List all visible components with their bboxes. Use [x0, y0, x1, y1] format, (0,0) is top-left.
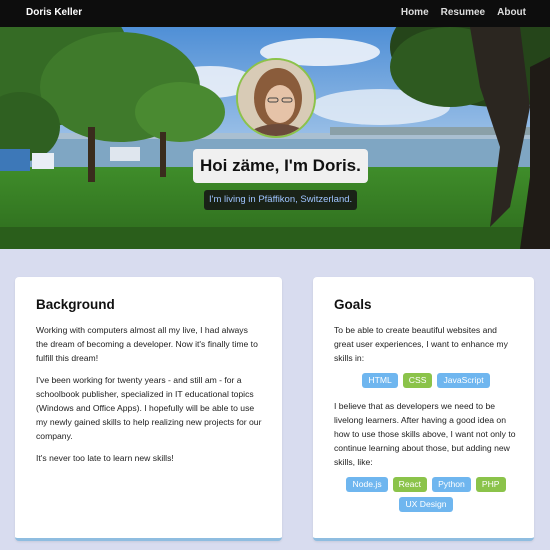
new-skills-tags: Node.js React Python PHP UX Design	[334, 477, 518, 512]
nav-link-home[interactable]: Home	[401, 7, 429, 18]
goals-card: Goals To be able to create beautiful web…	[313, 277, 534, 541]
skill-tag-html: HTML	[362, 373, 398, 388]
goals-title: Goals	[334, 297, 372, 312]
background-title: Background	[36, 297, 115, 312]
skill-tag-python: Python	[432, 477, 471, 492]
skill-tag-react: React	[392, 477, 428, 492]
skill-tag-ux-design: UX Design	[399, 497, 453, 512]
background-paragraph-2: I've been working for twenty years - and…	[36, 375, 262, 441]
nav-links: Home Resumee About	[401, 7, 526, 18]
nav-link-about[interactable]: About	[497, 7, 526, 18]
top-navbar: Doris Keller Home Resumee About	[0, 0, 550, 27]
skill-tag-css: CSS	[402, 373, 433, 388]
background-card: Background Working with computers almost…	[15, 277, 282, 541]
hero-headline: Hoi zäme, I'm Doris.	[193, 149, 368, 183]
skill-tag-php: PHP	[475, 477, 506, 492]
background-paragraph-1: Working with computers almost all my liv…	[36, 325, 258, 363]
profile-avatar	[236, 58, 316, 138]
goals-middle-text: I believe that as developers we need to …	[334, 401, 516, 467]
skill-tag-javascript: JavaScript	[437, 373, 490, 388]
hero-banner: Hoi zäme, I'm Doris. I'm living in Pfäff…	[0, 27, 550, 249]
brand-link[interactable]: Doris Keller	[26, 7, 82, 18]
skill-tag-nodejs: Node.js	[346, 477, 388, 492]
goals-intro: To be able to create beautiful websites …	[334, 325, 508, 363]
background-paragraph-3: It's never too late to learn new skills!	[36, 453, 174, 463]
hero-location: I'm living in Pfäffikon, Switzerland.	[204, 190, 358, 210]
nav-link-resumee[interactable]: Resumee	[441, 7, 485, 18]
current-skills-tags: HTML CSS JavaScript	[334, 373, 518, 388]
